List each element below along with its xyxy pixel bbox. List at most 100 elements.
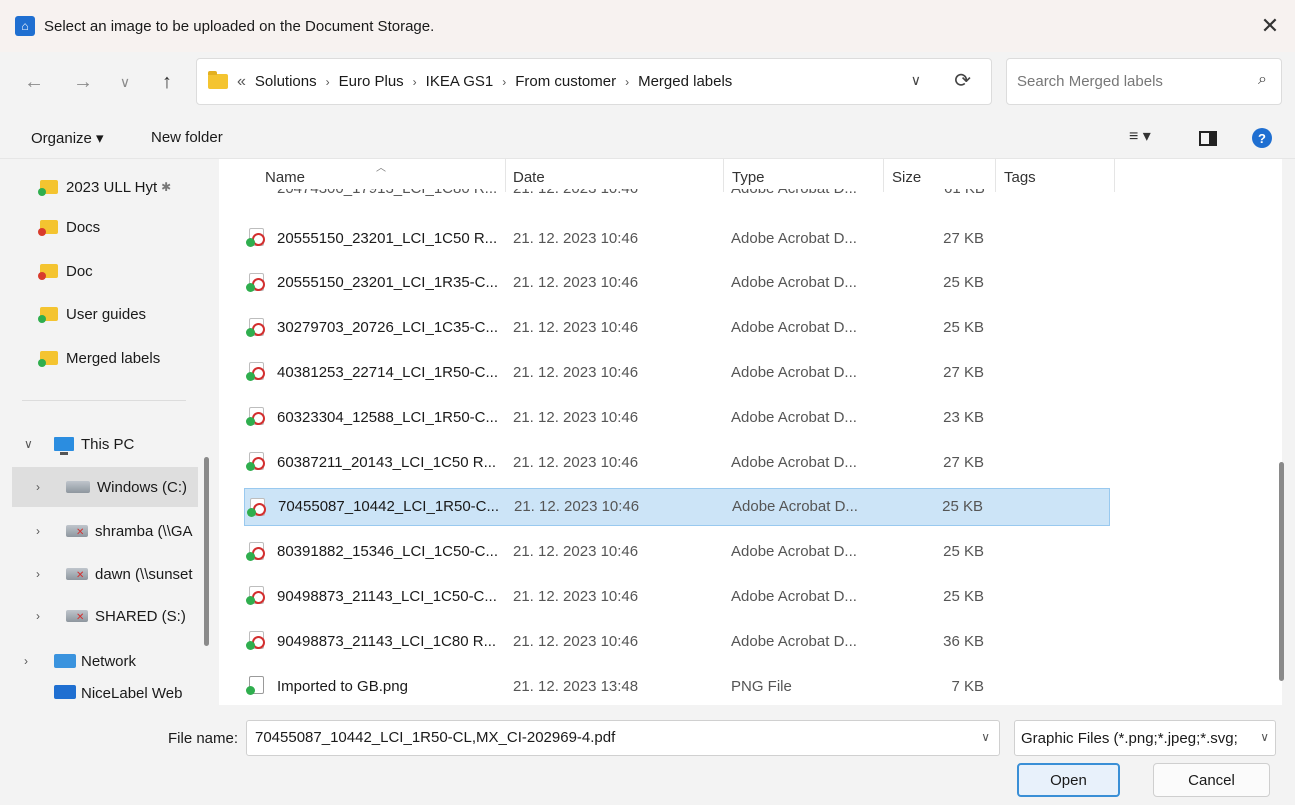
address-dropdown-icon[interactable]: ∨ — [911, 72, 921, 89]
file-size-cell: 36 KB — [943, 632, 984, 650]
chevron-down-icon[interactable]: ∨ — [981, 730, 990, 744]
column-header-type[interactable]: Type — [732, 169, 765, 186]
file-name-input[interactable] — [255, 729, 965, 746]
recent-locations-button[interactable]: ∨ — [111, 68, 139, 96]
file-date-cell: 21. 12. 2023 10:46 — [513, 587, 639, 605]
sidebar-item-dawn[interactable]: › dawn (\\sunset — [12, 554, 198, 594]
table-row[interactable]: 30279703_20726_LCI_1C35-C... 21. 12. 2023… — [244, 309, 1110, 347]
pdf-file-icon — [246, 317, 265, 337]
file-name-cell: 60387211_20143_LCI_1C50 R... — [277, 453, 497, 471]
file-size-cell: 25 KB — [943, 274, 984, 292]
file-date-cell: 21. 12. 2023 10:46 — [514, 498, 640, 516]
breadcrumb-solutions[interactable]: Solutions — [255, 73, 317, 90]
sidebar-item-doc[interactable]: Doc — [38, 251, 200, 291]
file-name-cell: 80391882_15346_LCI_1C50-C... — [277, 543, 499, 561]
file-name-label: File name: — [168, 730, 239, 747]
sidebar-item-user-guides[interactable]: User guides — [38, 294, 200, 334]
breadcrumb-euro-plus[interactable]: Euro Plus — [339, 73, 404, 90]
column-divider[interactable] — [883, 159, 884, 192]
sidebar-item-nicelabel-web[interactable]: NiceLabel Web — [12, 685, 198, 705]
file-size-cell: 27 KB — [943, 453, 984, 471]
column-divider[interactable] — [995, 159, 996, 192]
nicelabel-icon — [54, 685, 76, 699]
file-type-cell: Adobe Acrobat D... — [731, 229, 857, 247]
breadcrumb-merged-labels[interactable]: Merged labels — [638, 73, 732, 90]
table-row[interactable]: 20555150_23201_LCI_1C50 R... 21. 12. 2023… — [244, 219, 1110, 257]
chevron-right-icon[interactable]: › — [36, 609, 40, 623]
chevron-right-icon[interactable]: › — [24, 654, 28, 668]
file-date-cell: 21. 12. 2023 10:46 — [513, 632, 639, 650]
sidebar-item-network[interactable]: › Network — [12, 641, 198, 681]
sidebar-scrollbar[interactable] — [204, 457, 209, 646]
windows-drive-icon — [66, 481, 90, 493]
sidebar-item-docs[interactable]: Docs — [38, 207, 200, 247]
table-row[interactable]: 70455087_10442_LCI_1R50-C... 21. 12. 2023… — [244, 487, 1110, 526]
new-folder-button[interactable]: New folder — [151, 129, 223, 146]
preview-pane-icon[interactable] — [1199, 131, 1217, 146]
file-type-cell: Adobe Acrobat D... — [731, 453, 857, 471]
address-bar[interactable]: « Solutions › Euro Plus › IKEA GS1 › Fro… — [196, 58, 992, 105]
sidebar-item-this-pc[interactable]: ∨ This PC — [12, 424, 198, 464]
sidebar-item-merged-labels[interactable]: Merged labels — [38, 338, 200, 378]
table-row[interactable]: Imported to GB.png 21. 12. 2023 13:48 PNG … — [244, 667, 1110, 705]
chevron-down-icon[interactable]: ∨ — [24, 437, 33, 451]
table-row[interactable]: 20555150_23201_LCI_1R35-C... 21. 12. 2023… — [244, 264, 1110, 302]
table-row-partial[interactable]: 20474300_17913_LCI_1C80 R... — [277, 189, 497, 201]
table-row[interactable]: 60323304_12588_LCI_1R50-C... 21. 12. 2023… — [244, 398, 1110, 436]
breadcrumb-from-customer[interactable]: From customer — [515, 73, 616, 90]
sidebar-item-shramba[interactable]: › shramba (\\GA — [12, 511, 198, 551]
search-box[interactable]: ⌕ — [1006, 58, 1282, 105]
app-icon: ⌂ — [15, 16, 35, 36]
chevron-right-icon[interactable]: › — [36, 524, 40, 538]
file-date-cell: 21. 12. 2023 10:46 — [513, 408, 639, 426]
breadcrumb-separator-icon: › — [502, 74, 507, 89]
column-header-name[interactable]: Name — [265, 169, 305, 186]
column-header-date[interactable]: Date — [513, 169, 545, 186]
table-row[interactable]: 80391882_15346_LCI_1C50-C... 21. 12. 2023… — [244, 533, 1110, 571]
file-name-combobox[interactable]: ∨ — [246, 720, 1000, 756]
breadcrumb-ikea-gs1[interactable]: IKEA GS1 — [426, 73, 494, 90]
disconnected-network-drive-icon — [66, 525, 88, 538]
up-button[interactable]: ↑ — [153, 68, 181, 96]
close-button[interactable]: ✕ — [1255, 11, 1285, 41]
file-list-scrollbar[interactable] — [1279, 462, 1284, 681]
chevron-right-icon[interactable]: › — [36, 567, 40, 581]
table-row[interactable]: 90498873_21143_LCI_1C80 R... 21. 12. 2023… — [244, 622, 1110, 660]
back-button[interactable]: ← — [20, 68, 48, 96]
breadcrumb-overflow-icon[interactable]: « — [237, 73, 246, 91]
open-button[interactable]: Open — [1017, 763, 1120, 797]
sidebar-item-shared-s[interactable]: › SHARED (S:) — [12, 596, 198, 636]
table-row[interactable]: 60387211_20143_LCI_1C50 R... 21. 12. 2023… — [244, 443, 1110, 481]
synced-folder-icon — [38, 307, 58, 323]
column-divider[interactable] — [723, 159, 724, 192]
sync-error-folder-icon — [38, 220, 58, 236]
column-header-tags[interactable]: Tags — [1004, 169, 1036, 186]
pdf-file-icon — [247, 497, 266, 517]
file-type-filter-select[interactable]: Graphic Files (*.png;*.jpeg;*.svg; ∨ — [1014, 720, 1276, 756]
forward-button[interactable]: → — [69, 68, 97, 96]
file-date-cell: 21. 12. 2023 10:46 — [513, 453, 639, 471]
file-name-cell: 20555150_23201_LCI_1R35-C... — [277, 274, 499, 292]
search-input[interactable] — [1017, 73, 1237, 90]
view-options-button[interactable]: ≡ ▾ — [1129, 126, 1151, 146]
table-row[interactable]: 90498873_21143_LCI_1C50-C... 21. 12. 2023… — [244, 577, 1110, 615]
table-row[interactable]: 40381253_22714_LCI_1R50-C... 21. 12. 2023… — [244, 353, 1110, 391]
sidebar-item-2023-ull[interactable]: 2023 ULL Hyt ✱ — [38, 167, 200, 207]
search-icon[interactable]: ⌕ — [1258, 71, 1267, 89]
column-divider[interactable] — [1114, 159, 1115, 192]
sidebar-item-windows-c[interactable]: › Windows (C:) — [12, 467, 198, 507]
file-size-cell: 23 KB — [943, 408, 984, 426]
chevron-right-icon[interactable]: › — [36, 480, 40, 494]
file-type-cell: Adobe Acrobat D... — [731, 587, 857, 605]
cancel-button[interactable]: Cancel — [1153, 763, 1270, 797]
refresh-icon[interactable]: ⟳ — [954, 68, 971, 93]
column-divider[interactable] — [505, 159, 506, 192]
file-name-cell: 90498873_21143_LCI_1C50-C... — [277, 587, 497, 605]
column-header-size[interactable]: Size — [892, 169, 921, 186]
chevron-down-icon[interactable]: ∨ — [1256, 730, 1269, 744]
file-type-cell: Adobe Acrobat D... — [731, 363, 857, 381]
disconnected-network-drive-icon — [66, 610, 88, 623]
file-size-cell: 25 KB — [943, 587, 984, 605]
help-icon[interactable]: ? — [1252, 128, 1272, 148]
organize-button[interactable]: Organize ▾ — [31, 129, 104, 147]
